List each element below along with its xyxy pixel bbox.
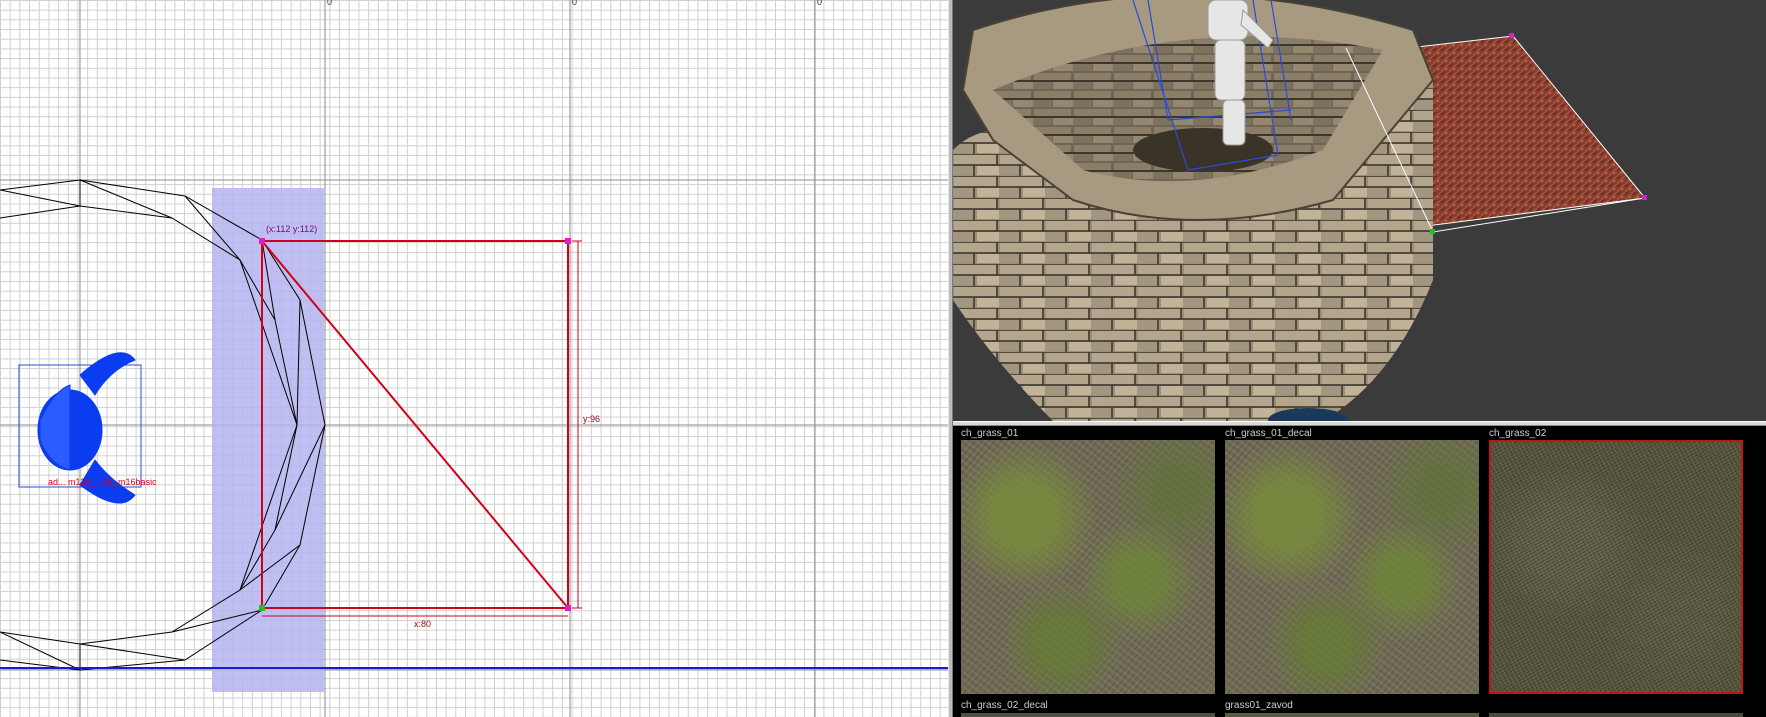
texture-thumbnail[interactable] [1225,440,1479,694]
ruler-mark-3: 0 [817,0,822,7]
entity-label: ad... m130_ ..98_m16basic [48,477,157,487]
texture-label: ch_grass_01 [961,428,1019,439]
texture-thumbnail-next-row-2[interactable] [1225,713,1479,717]
ruler-mark-1: 0 [327,0,332,7]
vertex-handle-bottom-right[interactable] [565,605,571,611]
vertex-handle-3d-1[interactable] [1509,33,1514,38]
vertex-handle-top-left[interactable] [259,238,265,244]
tower-inner-floor [1133,128,1273,172]
texture-thumbnail-next-row-1[interactable] [961,713,1215,717]
viewport-3d[interactable] [953,0,1766,421]
texture-thumbnail[interactable] [961,440,1215,694]
texture-label: ch_grass_02 [1489,428,1547,439]
texture-label: ch_grass_01_decal [1225,428,1312,439]
texture-label-next-row-1[interactable]: ch_grass_02_decal [961,700,1048,711]
vertex-handle-3d-2[interactable] [1642,195,1647,200]
vertex-coord-label: (x:112 y:112) [266,224,317,234]
vertex-handle-top-right[interactable] [565,238,571,244]
viewport-2d[interactable]: 0 0 0 (x:112 y:112) y:96 x:80 ad... m130… [0,0,948,717]
viewport-2d-canvas[interactable]: 0 0 0 (x:112 y:112) y:96 x:80 ad... m130… [0,0,948,717]
viewport-3d-canvas[interactable] [953,0,1766,421]
vertex-handle-3d-3[interactable] [1430,229,1435,234]
texture-label-next-row-2[interactable]: grass01_zavod [1225,700,1293,711]
ruler-mark-2: 0 [572,0,577,7]
texture-thumbnail-next-row-3[interactable] [1489,713,1743,717]
vertex-handle-bottom-left[interactable] [259,605,265,611]
width-dimension-label: x:80 [414,619,431,629]
texture-thumbnail-selected[interactable] [1489,440,1743,694]
height-dimension-label: y:96 [583,414,600,424]
major-grid [0,0,948,717]
texture-browser[interactable]: ch_grass_01 ch_grass_01_decal ch_grass_0… [953,426,1766,717]
